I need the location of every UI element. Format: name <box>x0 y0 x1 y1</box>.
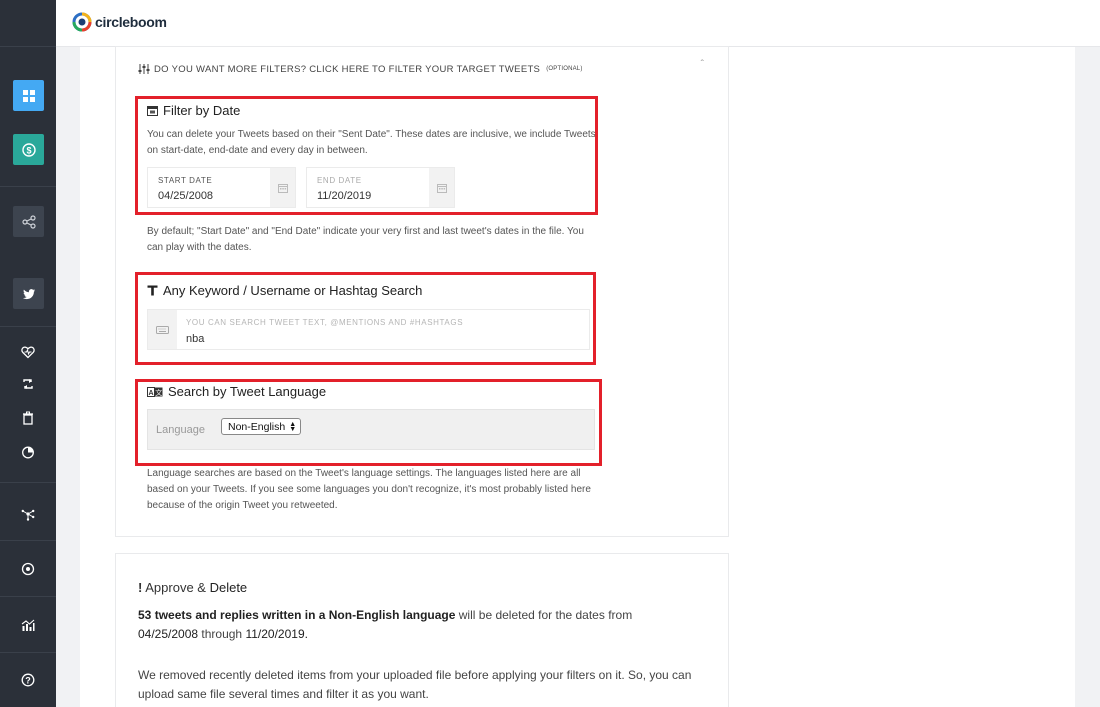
delete-through: through <box>201 627 243 641</box>
approve-title-b: Delete <box>209 580 248 595</box>
dashboard-icon <box>22 89 35 102</box>
keyword-filter-highlight <box>135 272 596 365</box>
sidebar-share-button[interactable] <box>13 206 44 237</box>
brand-logo[interactable]: circleboom <box>72 12 167 32</box>
language-filter-highlight <box>135 379 602 466</box>
delete-scope-rest: will be deleted for the dates from <box>458 608 633 622</box>
circleboom-logo-icon <box>72 12 92 32</box>
sidebar-billing-button[interactable]: $ <box>13 134 44 165</box>
dollar-icon: $ <box>21 142 36 157</box>
date-default-note: By default; "Start Date" and "End Date" … <box>147 226 584 253</box>
sidebar-archive-button[interactable] <box>16 440 40 464</box>
sidebar-dashboard-button[interactable] <box>13 80 44 111</box>
sidebar-twitter-button[interactable] <box>13 278 44 309</box>
sidebar-divider <box>0 186 56 187</box>
network-icon <box>21 509 35 521</box>
approve-summary: 53 tweets and replies written in a Non-E… <box>138 606 698 644</box>
chart-icon <box>21 619 35 631</box>
sidebar-delete-button[interactable] <box>16 406 40 430</box>
heart-icon <box>21 346 35 359</box>
sidebar-divider <box>0 540 56 541</box>
delete-to-date: 11/20/2019. <box>245 627 308 641</box>
approve-delete-title: ! Approve & Delete <box>138 580 247 595</box>
delete-count: 53 <box>138 608 152 622</box>
brand-name: circleboom <box>95 14 167 30</box>
help-icon: ? <box>21 673 35 687</box>
sidebar-analytics-button[interactable] <box>16 613 40 637</box>
sidebar-divider <box>0 482 56 483</box>
delete-from-date: 04/25/2008 <box>138 627 199 641</box>
approve-note: We removed recently deleted items from y… <box>138 668 692 701</box>
main-panel: DO YOU WANT MORE FILTERS? CLICK HERE TO … <box>80 46 1075 707</box>
sidebar-logo-cell <box>0 0 56 47</box>
collapse-chevron-icon[interactable]: ˆ <box>701 59 704 70</box>
archive-icon <box>22 446 34 459</box>
sidebar-divider <box>0 326 56 327</box>
sidebar-help-button[interactable]: ? <box>16 668 40 692</box>
trash-icon <box>23 411 33 425</box>
sidebar-divider <box>0 596 56 597</box>
approve-delete-card: ! Approve & Delete 53 tweets and replies… <box>115 553 729 707</box>
sidebar-circle-button[interactable] <box>16 557 40 581</box>
sidebar-network-button[interactable] <box>16 502 40 526</box>
date-filter-highlight <box>135 96 598 215</box>
svg-text:?: ? <box>25 675 31 685</box>
circle-icon <box>21 562 35 576</box>
filters-toggle[interactable]: DO YOU WANT MORE FILTERS? CLICK HERE TO … <box>138 63 583 75</box>
filters-heading: DO YOU WANT MORE FILTERS? CLICK HERE TO … <box>154 63 541 75</box>
language-note: Language searches are based on the Tweet… <box>147 468 591 511</box>
sidebar-divider <box>0 652 56 653</box>
sliders-icon <box>138 64 150 74</box>
retweet-icon <box>23 379 33 389</box>
sidebar: $ ? <box>0 0 56 707</box>
share-icon <box>21 214 36 229</box>
twitter-icon <box>22 288 35 299</box>
approve-title-a: Approve & <box>145 580 206 595</box>
sidebar-likes-button[interactable] <box>16 340 40 364</box>
delete-scope: tweets and replies written in a Non-Engl… <box>154 608 456 622</box>
top-header: circleboom <box>56 0 1100 47</box>
filters-card: DO YOU WANT MORE FILTERS? CLICK HERE TO … <box>115 46 729 537</box>
sidebar-retweets-button[interactable] <box>16 372 40 396</box>
svg-text:$: $ <box>26 145 31 155</box>
exclamation-icon: ! <box>138 580 143 595</box>
filters-optional-tag: (OPTIONAL) <box>546 66 583 72</box>
